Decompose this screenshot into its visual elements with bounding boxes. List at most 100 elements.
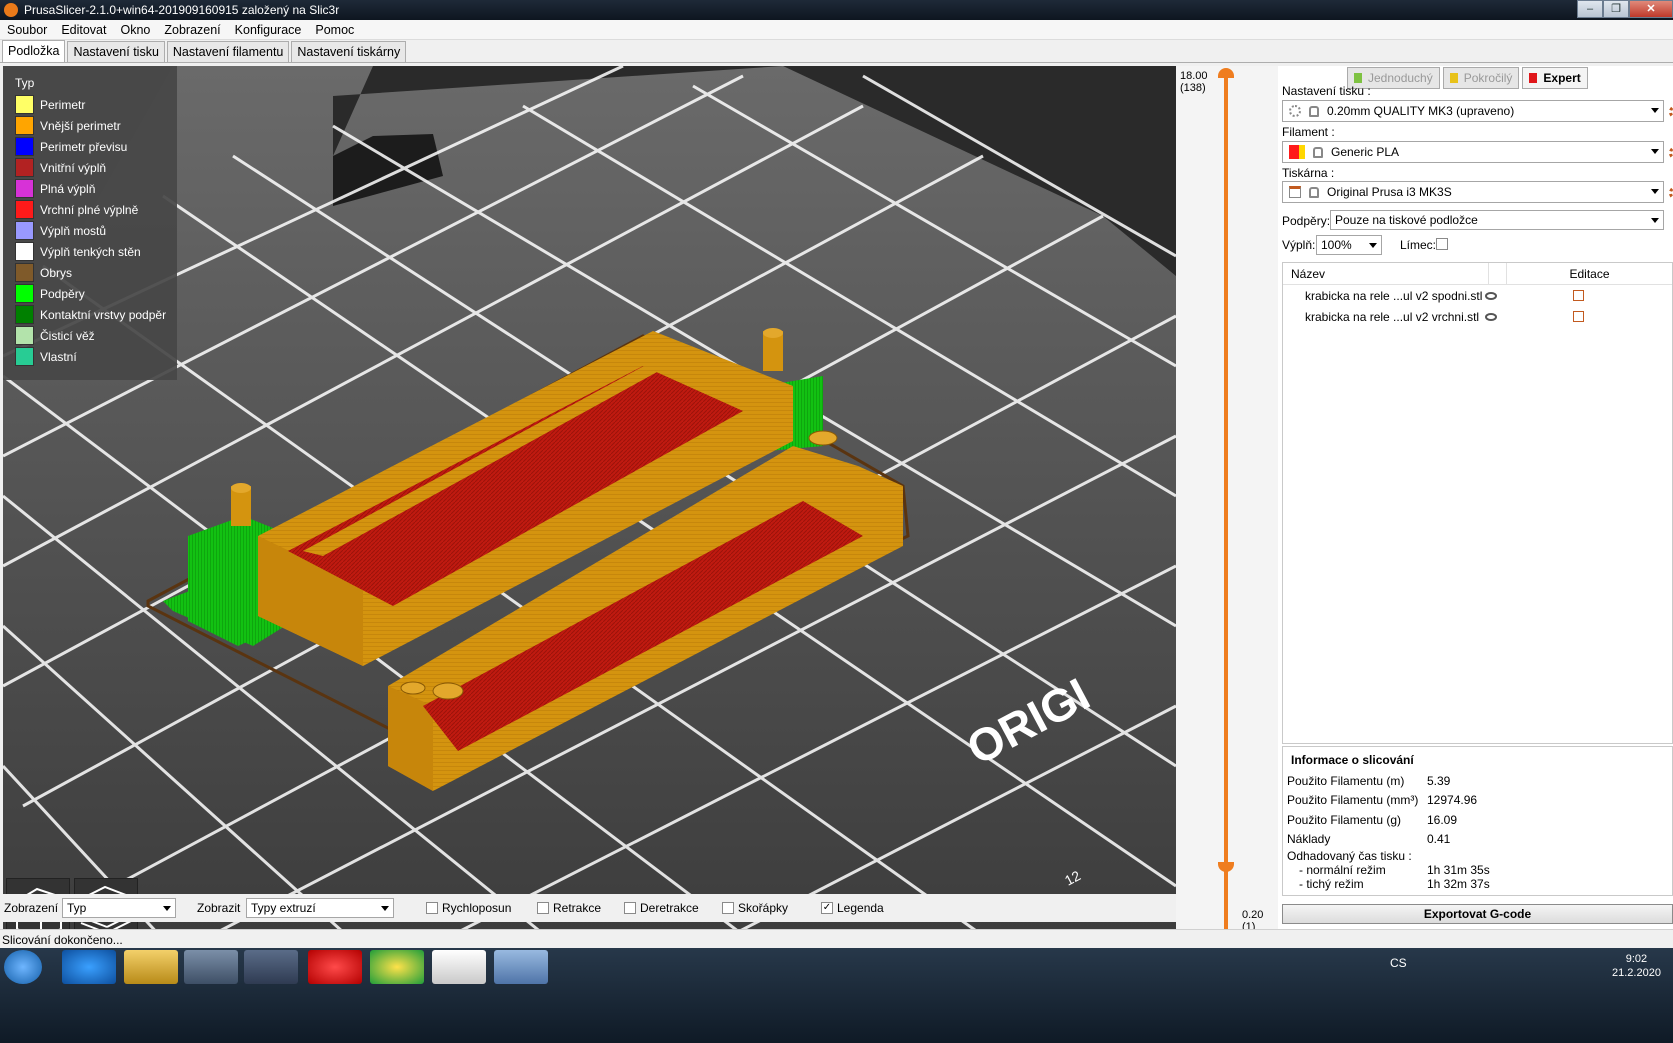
menu-pomoc[interactable]: Pomoc (308, 23, 361, 37)
legend-label: Vnitřní výplň (40, 160, 107, 175)
layer-slider[interactable]: 18.00 (138) 0.20 (1) (1176, 66, 1278, 950)
filament-color-swatch (1289, 145, 1299, 159)
legend-swatch (15, 95, 34, 114)
layer-slider-bottom-thumb[interactable] (1218, 862, 1234, 872)
start-button-icon[interactable] (4, 950, 42, 984)
extrusion-types-value: Typy extruzí (251, 901, 316, 915)
legend-swatch (15, 263, 34, 282)
retractions-label: Retrakce (553, 901, 602, 915)
edit-icon[interactable] (1573, 290, 1584, 301)
legend-swatch (15, 347, 34, 366)
prusaslicer-taskbar-icon[interactable] (432, 950, 486, 984)
legend-swatch (15, 179, 34, 198)
status-bar: Slicování dokončeno... (0, 929, 1673, 948)
paint-icon[interactable] (494, 950, 548, 984)
legend-swatch (15, 284, 34, 303)
legend-label: Vnější perimetr (40, 118, 121, 133)
shells-checkbox-item[interactable]: Skořápky (722, 901, 788, 915)
menu-editovat[interactable]: Editovat (54, 23, 113, 37)
menu-konfigurace[interactable]: Konfigurace (228, 23, 309, 37)
tab-podlozka[interactable]: Podložka (2, 40, 66, 62)
extrusion-types-combo[interactable]: Typy extruzí (246, 898, 394, 918)
legend-label: Vlastní (40, 349, 77, 364)
clock[interactable]: 9:02 21.2.2020 (1612, 952, 1661, 980)
gear-icon[interactable] (1669, 146, 1673, 160)
supports-value: Pouze na tiskové podložce (1335, 213, 1478, 227)
view-type-combo[interactable]: Typ (62, 898, 176, 918)
gear-icon[interactable] (1669, 186, 1673, 200)
brim-checkbox[interactable] (1436, 238, 1448, 250)
legend-swatch (15, 326, 34, 345)
legend-label: Čisticí věž (40, 328, 95, 343)
mode-advanced-icon (1449, 73, 1458, 83)
col-edit-header[interactable]: Editace (1507, 267, 1672, 281)
col-name-header[interactable]: Název (1283, 263, 1489, 284)
retractions-checkbox[interactable] (537, 902, 549, 914)
deretractions-checkbox-item[interactable]: Deretrakce (624, 901, 699, 915)
opera-icon[interactable] (308, 950, 362, 984)
maximize-button[interactable]: ❐ (1603, 0, 1629, 18)
menu-okno[interactable]: Okno (113, 23, 157, 37)
print-settings-combo[interactable]: 0.20mm QUALITY MK3 (upraveno) (1282, 100, 1673, 122)
legend-checkbox[interactable]: ✓ (821, 902, 833, 914)
chrome-icon[interactable] (370, 950, 424, 984)
legend-swatch (15, 158, 34, 177)
travel-checkbox[interactable] (426, 902, 438, 914)
legend-item: Podpěry (15, 283, 177, 304)
object-row[interactable]: krabicka na rele ...ul v2 vrchni.stl (1283, 306, 1672, 327)
slice-info-row: Náklady 0.41 (1287, 830, 1672, 850)
menu-bar: Soubor Editovat Okno Zobrazení Konfigura… (0, 20, 1673, 40)
export-gcode-button[interactable]: Exportovat G-code (1282, 904, 1673, 924)
tab-print-settings[interactable]: Nastavení tisku (67, 41, 165, 62)
legend-label: Perimetr převisu (40, 139, 128, 154)
legend-label: Vrchní plné výplně (40, 202, 139, 217)
language-indicator[interactable]: CS (1390, 956, 1407, 970)
chevron-down-icon (1369, 243, 1377, 248)
shells-checkbox[interactable] (722, 902, 734, 914)
mode-simple-icon (1354, 73, 1362, 83)
top-layer-number: (138) (1180, 82, 1206, 94)
object-row[interactable]: krabicka na rele ...ul v2 spodni.stl (1283, 285, 1672, 306)
media-player-icon[interactable] (184, 950, 238, 984)
legend-checkbox-item[interactable]: ✓ Legenda (821, 901, 884, 915)
file-explorer-icon[interactable] (124, 950, 178, 984)
legend-label: Výplň mostů (40, 223, 107, 238)
internet-explorer-icon[interactable] (62, 950, 116, 984)
printer-combo[interactable]: Original Prusa i3 MK3S (1282, 181, 1673, 203)
eye-icon[interactable] (1485, 291, 1497, 300)
mode-expert-icon (1529, 73, 1538, 83)
tab-filament-settings[interactable]: Nastavení filamentu (166, 41, 290, 62)
travel-checkbox-item[interactable]: Rychloposun (426, 901, 511, 915)
mode-expert-button[interactable]: Expert (1522, 67, 1588, 89)
menu-zobrazeni[interactable]: Zobrazení (157, 23, 227, 37)
close-button[interactable]: ✕ (1629, 0, 1673, 18)
layer-slider-top-thumb[interactable] (1218, 68, 1234, 78)
lock-icon (1313, 146, 1323, 158)
mode-advanced-label: Pokročilý (1463, 71, 1513, 85)
lock-icon (1309, 105, 1319, 117)
filament-combo[interactable]: Generic PLA (1282, 141, 1673, 163)
minimize-button[interactable]: – (1577, 0, 1603, 18)
infill-combo[interactable]: 100% (1316, 235, 1382, 255)
mode-advanced-button[interactable]: Pokročilý (1442, 67, 1520, 89)
printer-value: Original Prusa i3 MK3S (1327, 185, 1452, 199)
chevron-down-icon (163, 906, 171, 911)
3d-preview-canvas[interactable]: ORIGI 12 (3, 66, 1176, 950)
supports-combo[interactable]: Pouze na tiskové podložce (1330, 210, 1664, 230)
retractions-checkbox-item[interactable]: Retrakce (537, 901, 601, 915)
slice-info-row: Použito Filamentu (mm³) 12974.96 (1287, 791, 1672, 811)
eye-icon[interactable] (1485, 312, 1497, 321)
layer-slider-top-value: 18.00 (138) (1180, 70, 1208, 94)
tab-printer-settings[interactable]: Nastavení tiskárny (291, 41, 407, 62)
sidebar-panel: Jednoduchý Pokročilý Expert Nastavení ti… (1278, 66, 1673, 986)
app-icon[interactable] (244, 950, 298, 984)
legend-item: Výplň mostů (15, 220, 177, 241)
gear-icon[interactable] (1669, 105, 1673, 119)
menu-soubor[interactable]: Soubor (0, 23, 54, 37)
deretractions-checkbox[interactable] (624, 902, 636, 914)
object-name: krabicka na rele ...ul v2 vrchni.stl (1305, 309, 1480, 324)
slice-info-value: 5.39 (1427, 773, 1451, 788)
legend-item: Výplň tenkých stěn (15, 241, 177, 262)
edit-icon[interactable] (1573, 311, 1584, 322)
layer-slider-track[interactable] (1224, 78, 1228, 936)
